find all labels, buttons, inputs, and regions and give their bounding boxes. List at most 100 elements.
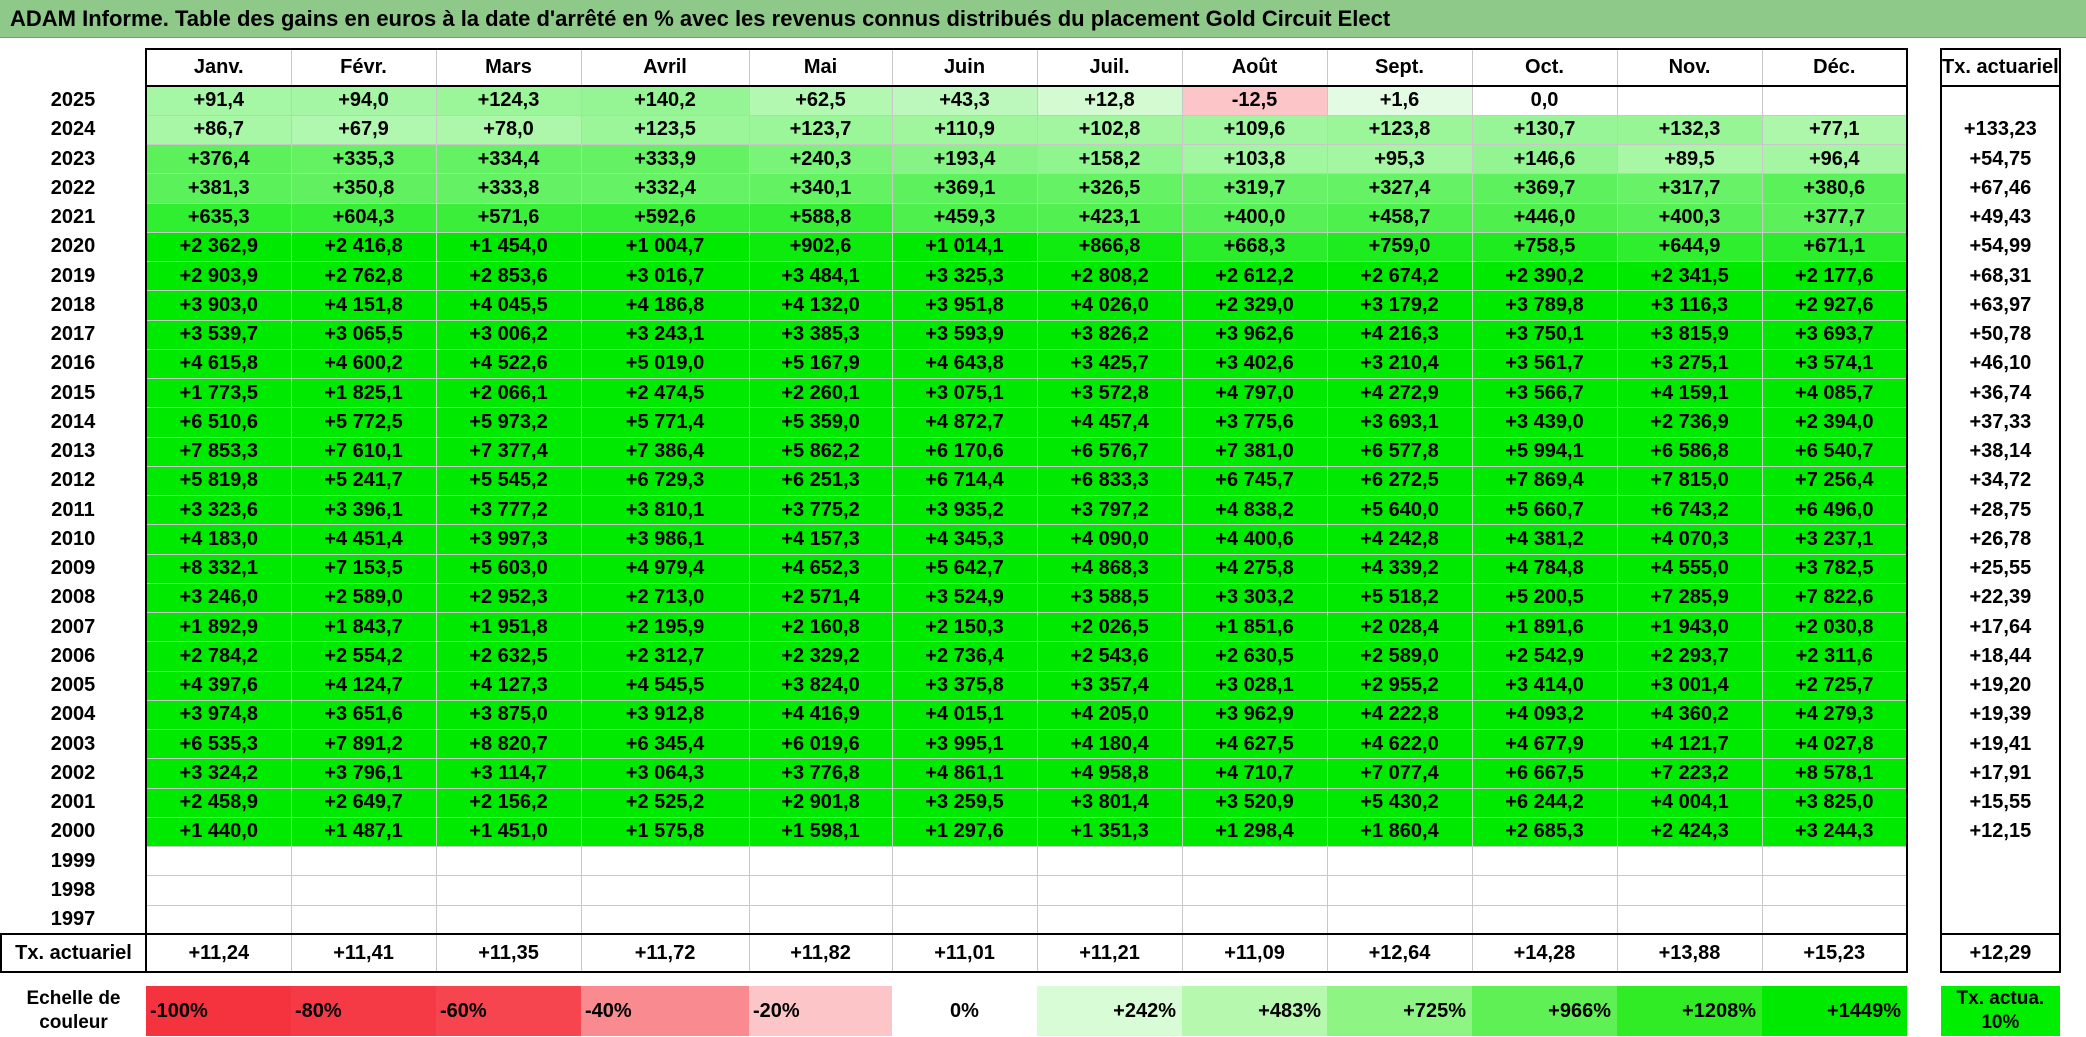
row-rate-cell: +19,39 bbox=[1940, 700, 2061, 730]
year-label: 2016 bbox=[50, 352, 96, 375]
gain-cell: +6 577,8 bbox=[1326, 436, 1473, 467]
gain-cell: +6 540,7 bbox=[1761, 436, 1908, 467]
gain-cell: +4 545,5 bbox=[580, 670, 750, 701]
gain-cell: +3 520,9 bbox=[1181, 787, 1328, 818]
gain-cell: +3 385,3 bbox=[748, 319, 893, 350]
table-row: 2000 +1 440,0 +1 487,1 +1 451,0 +1 575,8 +1 5… bbox=[1, 816, 2061, 848]
gain-cell: +2 554,2 bbox=[290, 641, 437, 672]
gain-cell: +4 157,3 bbox=[748, 524, 893, 555]
gain-cell bbox=[891, 875, 1038, 906]
gain-cell: +7 815,0 bbox=[1616, 465, 1763, 497]
column-spacer bbox=[1907, 934, 1941, 972]
gain-cell bbox=[145, 904, 292, 935]
gain-cell: +2 424,3 bbox=[1616, 816, 1763, 848]
year-label: 2015 bbox=[50, 381, 96, 404]
gain-cell bbox=[748, 845, 893, 877]
gain-cell: +5 518,2 bbox=[1326, 582, 1473, 614]
gain-cell: +369,7 bbox=[1471, 173, 1618, 204]
gain-cell bbox=[1616, 904, 1763, 935]
gain-cell: +7 853,3 bbox=[145, 436, 292, 467]
gain-cell: +2 160,8 bbox=[748, 611, 893, 643]
gain-cell bbox=[891, 904, 1038, 935]
gain-cell: +8 578,1 bbox=[1761, 758, 1908, 789]
gain-cell: +5 660,7 bbox=[1471, 494, 1618, 526]
gain-cell: +89,5 bbox=[1616, 143, 1763, 175]
gain-cell: +86,7 bbox=[145, 114, 292, 146]
gain-cell bbox=[435, 875, 582, 906]
year-label: 1999 bbox=[50, 849, 96, 872]
gain-cell: +103,8 bbox=[1181, 143, 1328, 175]
gain-cell: +7 077,4 bbox=[1326, 758, 1473, 789]
gain-cell: +3 065,5 bbox=[290, 319, 437, 350]
gain-cell: +2 853,6 bbox=[435, 260, 582, 292]
gain-cell: +902,6 bbox=[748, 231, 893, 263]
row-rate-cell: +17,64 bbox=[1940, 612, 2061, 642]
gain-cell: +5 430,2 bbox=[1326, 787, 1473, 818]
gain-cell: +4 279,3 bbox=[1761, 699, 1908, 731]
gain-cell: +317,7 bbox=[1616, 173, 1763, 204]
gain-cell: +2 713,0 bbox=[580, 582, 750, 614]
gain-cell bbox=[748, 904, 893, 935]
color-scale-step: -80% bbox=[291, 986, 436, 1037]
year-label: 2025 bbox=[50, 89, 96, 112]
rate-header: Tx. actuariel bbox=[1940, 48, 2061, 87]
gain-cell bbox=[580, 904, 750, 935]
color-scale-step: -100% bbox=[146, 986, 291, 1037]
row-rate-cell: +19,41 bbox=[1940, 729, 2061, 759]
column-spacer bbox=[1907, 817, 1941, 846]
gain-cell: +1 454,0 bbox=[435, 231, 582, 263]
gain-cell: +2 736,9 bbox=[1616, 407, 1763, 438]
color-scale-step: 0% bbox=[892, 986, 1037, 1037]
gain-cell: +7 869,4 bbox=[1471, 465, 1618, 497]
column-spacer bbox=[1907, 730, 1941, 759]
gain-cell: +4 416,9 bbox=[748, 699, 893, 731]
column-spacer bbox=[1907, 788, 1941, 817]
gain-cell bbox=[1616, 85, 1763, 116]
gain-cell: +380,6 bbox=[1761, 173, 1908, 204]
year-label: 2014 bbox=[50, 410, 96, 433]
gain-cell: +3 561,7 bbox=[1471, 348, 1618, 380]
year-label: 2021 bbox=[50, 206, 96, 229]
gain-cell: +2 927,6 bbox=[1761, 290, 1908, 321]
gain-cell bbox=[435, 904, 582, 935]
gain-cell: +4 451,4 bbox=[290, 524, 437, 555]
column-spacer bbox=[1907, 554, 1941, 583]
table-row: 1999 bbox=[1, 845, 2061, 877]
gain-cell: +1 004,7 bbox=[580, 231, 750, 263]
month-header: Janv. bbox=[145, 48, 292, 87]
row-rate-cell: +36,74 bbox=[1940, 378, 2061, 408]
table-row: 1997 bbox=[1, 904, 2061, 935]
totals-cell: +12,64 bbox=[1326, 933, 1472, 974]
column-spacer bbox=[1907, 905, 1941, 934]
gain-cell: +369,1 bbox=[891, 173, 1038, 204]
gain-cell: +4 979,4 bbox=[580, 553, 750, 584]
gain-cell: +3 425,7 bbox=[1036, 348, 1183, 380]
gain-cell: +2 543,6 bbox=[1036, 641, 1183, 672]
row-rate-cell: +68,31 bbox=[1940, 261, 2061, 291]
gain-cell: +5 603,0 bbox=[435, 553, 582, 584]
gain-cell bbox=[435, 845, 582, 877]
gain-cell: +1 851,6 bbox=[1181, 611, 1328, 643]
table-row: 2001 +2 458,9 +2 649,7 +2 156,2 +2 525,2 +2 9… bbox=[1, 787, 2061, 818]
gain-cell: +4 015,1 bbox=[891, 699, 1038, 731]
column-spacer bbox=[1907, 408, 1941, 437]
color-scale-step: +242% bbox=[1037, 986, 1182, 1037]
year-label: 2000 bbox=[50, 820, 96, 843]
gain-cell: +3 572,8 bbox=[1036, 377, 1183, 409]
gain-cell bbox=[1181, 904, 1328, 935]
gain-cell: +2 725,7 bbox=[1761, 670, 1908, 701]
gain-cell bbox=[891, 845, 1038, 877]
row-rate-cell: +67,46 bbox=[1940, 173, 2061, 203]
gain-cell: +3 075,1 bbox=[891, 377, 1038, 409]
row-rate-cell: +38,14 bbox=[1940, 437, 2061, 467]
gain-cell: +7 256,4 bbox=[1761, 465, 1908, 497]
totals-label: Tx. actuariel bbox=[0, 933, 147, 974]
month-header: Oct. bbox=[1471, 48, 1618, 87]
year-label: 2022 bbox=[50, 176, 96, 199]
totals-cell: +11,24 bbox=[145, 933, 291, 974]
gain-cell: +635,3 bbox=[145, 202, 292, 233]
column-spacer bbox=[1907, 291, 1941, 320]
gain-cell: +3 815,9 bbox=[1616, 319, 1763, 350]
gain-cell: +644,9 bbox=[1616, 231, 1763, 263]
gain-cell: +3 986,1 bbox=[580, 524, 750, 555]
